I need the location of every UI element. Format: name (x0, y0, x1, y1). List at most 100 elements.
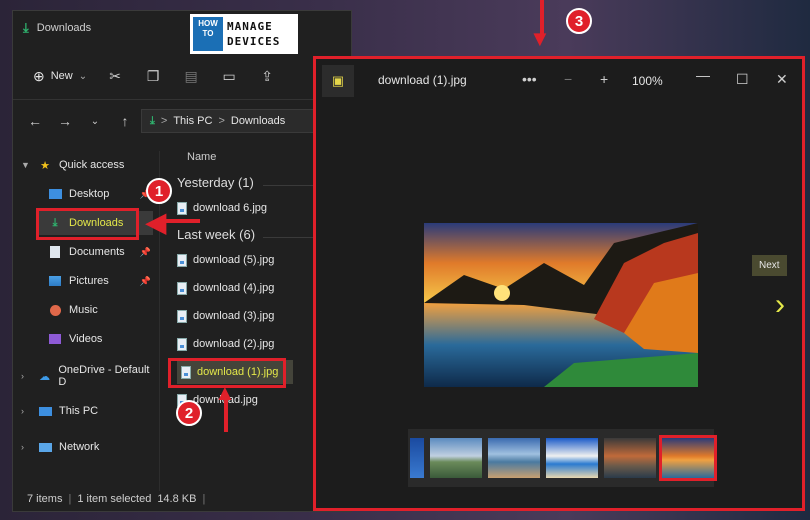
step-badge-2: 2 (176, 400, 202, 426)
downloads-icon: ⤓ (150, 114, 155, 127)
selection-size: 14.8 KB (157, 493, 197, 505)
breadcrumb-downloads[interactable]: Downloads (231, 115, 285, 127)
sidebar-label: Pictures (69, 275, 109, 287)
up-arrow-icon[interactable]: ↑ (117, 113, 133, 129)
sidebar-label: Documents (69, 246, 125, 258)
paste-icon[interactable]: ▤ (181, 66, 201, 86)
lake-sunset-image (424, 223, 698, 387)
breadcrumb-separator: > (218, 115, 225, 127)
column-header-name[interactable]: Name (187, 151, 216, 163)
sidebar-item-onedrive[interactable]: › ☁ OneDrive - Default D (21, 364, 158, 388)
list-item[interactable]: download 6.jpg (177, 196, 267, 220)
group-header-last-week[interactable]: Last week (6) (177, 227, 255, 242)
sidebar-item-videos[interactable]: Videos (47, 327, 102, 351)
filmstrip (408, 429, 717, 487)
main-photo (424, 223, 698, 387)
computer-icon (37, 404, 53, 418)
sidebar-label: Network (59, 441, 100, 453)
pin-icon: 📌 (139, 275, 151, 286)
sidebar-label: Desktop (69, 188, 110, 200)
thumbnail[interactable] (430, 438, 482, 478)
thumbnail[interactable] (410, 438, 424, 478)
forward-arrow-icon[interactable]: → (57, 113, 73, 129)
file-name: download (4).jpg (193, 282, 275, 294)
downloads-icon: ⤓ (23, 20, 29, 35)
pictures-icon (47, 274, 63, 288)
rename-icon[interactable]: ▭ (219, 66, 239, 86)
share-icon[interactable]: ⇪ (257, 66, 277, 86)
arrowhead-down-icon: ▼ (529, 26, 551, 51)
sidebar-item-music[interactable]: Music (47, 298, 98, 322)
thumbnail-selected[interactable] (659, 435, 717, 481)
sidebar-label: Quick access (59, 159, 125, 171)
file-name: download (2).jpg (193, 338, 275, 350)
chevron-right-icon[interactable]: › (21, 371, 31, 381)
cloud-icon: ☁ (39, 370, 51, 383)
group-header-yesterday[interactable]: Yesterday (1) (177, 175, 254, 190)
chevron-down-icon: ⌄ (78, 70, 88, 82)
copy-icon[interactable]: ❐ (143, 66, 163, 86)
sidebar-label: This PC (59, 405, 99, 417)
photos-app-icon[interactable]: ▣ (322, 65, 354, 97)
image-file-icon (177, 201, 187, 215)
logo-devices: DEVICES (227, 35, 281, 48)
zoom-level[interactable]: 100% (632, 74, 663, 88)
zoom-in-icon[interactable]: + (600, 71, 608, 87)
thumbnail[interactable] (488, 438, 540, 478)
logo-manage: MANAGE (227, 20, 273, 33)
chevron-down-icon[interactable]: ▼ (21, 160, 31, 170)
photos-viewer-window: ▣ download (1).jpg ••• − + 100% — ☐ ✕ Ne… (313, 56, 805, 511)
navigation-bar: ← → ⌄ ↑ ⤓ > This PC > Downloads (13, 105, 353, 137)
maximize-icon[interactable]: ☐ (736, 71, 749, 88)
new-button[interactable]: ⊕ New ⌄ (33, 68, 87, 85)
next-arrow-icon[interactable]: › (766, 287, 794, 323)
desktop-icon (47, 187, 63, 201)
more-options-icon[interactable]: ••• (522, 71, 537, 87)
file-explorer-window: ⤓ Downloads ⊕ New ⌄ ✂ ❐ ▤ ▭ ⇪ ← → ⌄ ↑ ⤓ … (12, 10, 353, 512)
list-item[interactable]: download (2).jpg (177, 332, 274, 356)
music-icon (47, 303, 63, 317)
star-icon: ★ (40, 159, 50, 172)
status-bar: 7 items | 1 item selected 14.8 KB | (27, 493, 205, 505)
list-item[interactable]: download (3).jpg (177, 304, 274, 328)
image-file-icon (177, 281, 187, 295)
window-title: Downloads (36, 22, 92, 34)
plus-circle-icon: ⊕ (33, 67, 45, 84)
next-tooltip: Next (752, 255, 787, 276)
navigation-pane: ▼ ★ Quick access Desktop 📌 ⤓ Downloads D… (13, 151, 158, 491)
network-icon (37, 440, 53, 454)
list-item[interactable]: download (4).jpg (177, 276, 274, 300)
pin-icon: 📌 (139, 246, 151, 257)
sidebar-item-network[interactable]: › Network (21, 435, 99, 459)
minimize-icon[interactable]: — (696, 67, 710, 83)
item-count: 7 items (27, 493, 63, 505)
arrowhead-left-icon: ◀ (146, 207, 166, 237)
close-icon[interactable]: ✕ (776, 71, 788, 88)
sidebar-item-documents[interactable]: Documents 📌 (47, 240, 151, 264)
list-item[interactable]: download (5).jpg (177, 248, 274, 272)
zoom-out-icon[interactable]: − (564, 71, 572, 87)
breadcrumb-this-pc[interactable]: This PC (173, 115, 212, 127)
cut-icon[interactable]: ✂ (105, 66, 125, 86)
sidebar-item-desktop[interactable]: Desktop 📌 (47, 182, 151, 206)
sidebar-item-this-pc[interactable]: › This PC (21, 399, 98, 423)
sidebar-item-quick-access[interactable]: ▼ ★ Quick access (21, 153, 124, 177)
command-bar: ⊕ New ⌄ ✂ ❐ ▤ ▭ ⇪ (13, 57, 353, 95)
highlight-box-downloads (36, 208, 139, 240)
sidebar-item-pictures[interactable]: Pictures 📌 (47, 269, 151, 293)
thumbnail[interactable] (546, 438, 598, 478)
step-badge-1: 1 (146, 178, 172, 204)
howtomanagedevices-logo: HOW TO MANAGE DEVICES (190, 14, 298, 54)
viewer-title: download (1).jpg (378, 73, 467, 87)
file-name: download 6.jpg (193, 202, 268, 214)
sidebar-label: Videos (69, 333, 103, 345)
image-file-icon (177, 253, 187, 267)
file-name: download (5).jpg (193, 254, 275, 266)
chevron-right-icon[interactable]: › (21, 442, 31, 452)
chevron-right-icon[interactable]: › (21, 406, 31, 416)
thumbnail[interactable] (604, 438, 656, 478)
toolbar-divider (13, 99, 353, 100)
recent-locations-icon[interactable]: ⌄ (87, 116, 103, 127)
back-arrow-icon[interactable]: ← (27, 113, 43, 129)
selection-count: 1 item selected (77, 493, 152, 505)
